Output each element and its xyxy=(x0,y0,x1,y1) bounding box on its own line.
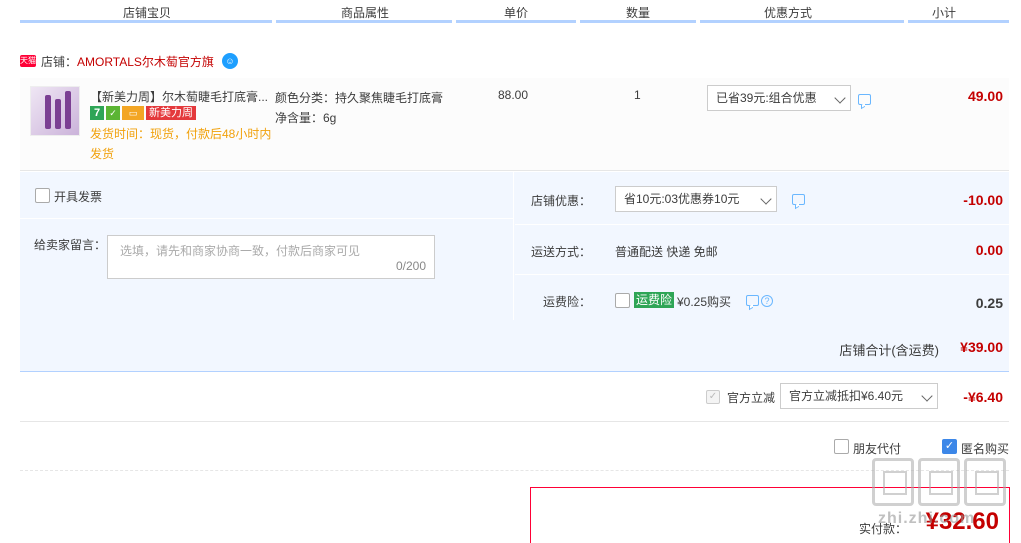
shop-label: 店铺： xyxy=(41,54,78,69)
invoice-row: 开具发票 xyxy=(20,172,514,219)
quantity: 1 xyxy=(634,88,641,102)
help-question-icon[interactable]: ? xyxy=(761,295,773,307)
insurance-row: 运费险： 运费险 ¥0.25购买 ? 0.25 xyxy=(515,275,1009,320)
chevron-down-icon xyxy=(921,390,933,402)
prop-color: 颜色分类：持久聚焦睫毛打底膏 xyxy=(275,91,444,105)
watermark-text: zhi.zhi.com xyxy=(878,510,976,527)
header-col-subtotal: 小计 xyxy=(931,6,956,20)
header-divider xyxy=(580,20,696,23)
official-discount-select-value: 官方立减抵扣¥6.40元 xyxy=(789,389,904,403)
product-title-link[interactable]: 【新美力周】尔木萄睫毛打底膏... xyxy=(90,88,275,105)
item-subtotal: 49.00 xyxy=(967,88,1003,104)
shipping-value: 0.00 xyxy=(975,242,1003,258)
promo-select-value: 已省39元:组合优惠 xyxy=(716,91,817,105)
watermark-logo: zhi.zhi.com xyxy=(872,458,1012,538)
promo-select[interactable]: 已省39元:组合优惠 xyxy=(707,85,851,111)
official-discount-select[interactable]: 官方立减抵扣¥6.40元 xyxy=(780,383,938,409)
friend-pay-label: 朋友代付 xyxy=(853,442,902,456)
promo-badge[interactable]: 新美力周 xyxy=(146,106,196,120)
cart-item-row: 【新美力周】尔木萄睫毛打底膏... 7 ✓ ▭ 新美力周 发货时间：现货，付款后… xyxy=(20,78,1009,171)
order-extras-left: 开具发票 给卖家留言： 选填，请先和商家协商一致，付款后商家可见 0/200 xyxy=(20,172,514,320)
chat-bubble-icon[interactable] xyxy=(858,94,871,105)
invoice-label: 开具发票 xyxy=(54,190,103,204)
shop-discount-row: 店铺优惠： 省10元:03优惠券10元 -10.00 xyxy=(515,172,1009,225)
insurance-label: 运费险： xyxy=(542,295,591,309)
remark-textarea[interactable]: 选填，请先和商家协商一致，付款后商家可见 0/200 xyxy=(107,235,435,279)
prop-volume: 净含量：6g xyxy=(275,111,337,125)
shop-total-label: 店铺合计(含运费) xyxy=(839,343,939,358)
shop-line: 天猫 店铺： AMORTALS尔木萄官方旗 ☺ xyxy=(20,52,238,70)
friend-pay-checkbox[interactable] xyxy=(834,439,849,454)
header-col-qty: 数量 xyxy=(625,6,650,20)
official-discount-value: -¥6.40 xyxy=(963,389,1003,405)
remark-char-count: 0/200 xyxy=(395,259,426,273)
anonymous-label: 匿名购买 xyxy=(961,442,1010,456)
tmall-badge-icon: 天猫 xyxy=(20,55,36,67)
shipping-row: 运送方式： 普通配送 快递 免邮 0.00 xyxy=(515,225,1009,275)
shield-icon[interactable]: ✓ xyxy=(106,106,120,120)
column-header: 店铺宝贝 商品属性 单价 数量 优惠方式 小计 xyxy=(0,0,1021,24)
payment-options-row: 朋友代付 ✓ 匿名购买 xyxy=(20,423,1009,471)
ship-time-info: 发货时间：现货，付款后48小时内发货 xyxy=(90,127,272,161)
insurance-checkbox[interactable] xyxy=(615,293,630,308)
remark-label: 给卖家留言： xyxy=(34,238,107,252)
official-discount-checkbox[interactable]: ✓ xyxy=(706,390,720,404)
header-col-discount: 优惠方式 xyxy=(763,6,812,20)
invoice-checkbox[interactable] xyxy=(35,188,50,203)
shop-discount-value: -10.00 xyxy=(963,192,1003,208)
shop-discount-select[interactable]: 省10元:03优惠券10元 xyxy=(615,186,777,212)
seven-day-return-icon[interactable]: 7 xyxy=(90,106,104,120)
header-col-properties: 商品属性 xyxy=(340,6,389,20)
card-icon[interactable]: ▭ xyxy=(122,106,144,120)
chevron-down-icon xyxy=(834,92,846,104)
header-divider xyxy=(700,20,904,23)
product-thumbnail[interactable] xyxy=(30,86,80,136)
official-discount-label: 官方立减 xyxy=(727,391,776,405)
header-divider xyxy=(276,20,452,23)
insurance-value: 0.25 xyxy=(975,295,1003,311)
shop-discount-select-value: 省10元:03优惠券10元 xyxy=(624,192,740,206)
remark-placeholder: 选填，请先和商家协商一致，付款后商家可见 xyxy=(120,244,361,258)
header-divider xyxy=(456,20,576,23)
shop-discount-label: 店铺优惠： xyxy=(530,194,591,208)
service-badges: 7 ✓ ▭ 新美力周 xyxy=(90,106,196,120)
header-divider xyxy=(20,20,272,23)
product-properties: 颜色分类：持久聚焦睫毛打底膏 净含量：6g xyxy=(275,88,443,128)
shop-name-link[interactable]: AMORTALS尔木萄官方旗 xyxy=(77,53,214,70)
wangwang-chat-icon[interactable]: ☺ xyxy=(221,53,238,69)
chat-bubble-icon[interactable] xyxy=(792,194,805,205)
chat-bubble-icon[interactable] xyxy=(746,295,759,306)
insurance-price: ¥0.25购买 xyxy=(677,295,732,309)
header-col-shop-item: 店铺宝贝 xyxy=(122,6,171,20)
insurance-tag: 运费险 xyxy=(634,292,675,308)
chevron-down-icon xyxy=(760,193,772,205)
header-divider xyxy=(908,20,1009,23)
shipping-label: 运送方式： xyxy=(530,245,591,259)
shop-total-row: 店铺合计(含运费) ¥39.00 xyxy=(20,320,1009,372)
shipping-method: 普通配送 快递 免邮 xyxy=(615,245,718,259)
shop-total-value: ¥39.00 xyxy=(960,339,1003,355)
header-col-price: 单价 xyxy=(503,6,528,20)
unit-price: 88.00 xyxy=(498,88,529,102)
anonymous-checkbox[interactable]: ✓ xyxy=(942,439,957,454)
official-discount-row: ✓ 官方立减 官方立减抵扣¥6.40元 -¥6.40 xyxy=(20,373,1009,422)
